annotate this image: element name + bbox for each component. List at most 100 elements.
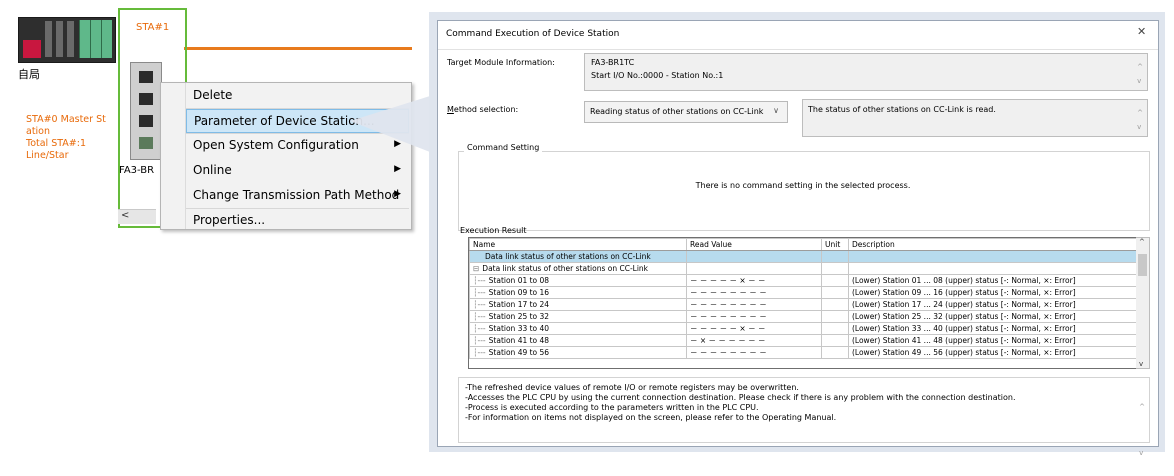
master-station-info: STA#0 Master St ation Total STA#:1 Line/… — [26, 114, 106, 161]
table-cell: － － － － － － － － — [686, 346, 822, 359]
master-station-label: 自局 — [18, 68, 40, 81]
module-slot — [67, 21, 74, 57]
table-cell: ┆--- Station 33 to 40 — [469, 322, 687, 335]
column-header-description[interactable]: Description — [848, 238, 1137, 251]
row-name: Station 09 to 16 — [488, 288, 550, 297]
device-station-module[interactable] — [130, 62, 162, 160]
column-header-unit[interactable]: Unit — [821, 238, 849, 251]
execution-result-grid[interactable]: Name Read Value Unit Description Data li… — [468, 237, 1138, 369]
io-module — [79, 20, 90, 58]
target-module-label: Target Module Information: — [447, 58, 555, 67]
table-cell: ┆--- Station 41 to 48 — [469, 334, 687, 347]
table-cell: (Lower) Station 41 ... 48 (upper) status… — [848, 334, 1137, 347]
callout-pointer — [350, 96, 430, 152]
scroll-thumb[interactable] — [1138, 254, 1147, 276]
note-line: -Accesses the PLC CPU by using the curre… — [465, 393, 1016, 402]
execution-result-label: Execution Result — [460, 226, 527, 235]
row-name: Data link status of other stations on CC… — [485, 252, 651, 261]
table-cell — [848, 250, 1137, 263]
grid-vertical-scrollbar[interactable]: ^ v — [1136, 237, 1150, 369]
note-line: -Process is executed according to the pa… — [465, 403, 759, 412]
table-cell: (Lower) Station 09 ... 16 (upper) status… — [848, 286, 1137, 299]
table-row[interactable]: ┆--- Station 33 to 40 － － － － － × － － (Lowe… — [469, 322, 1137, 335]
close-icon[interactable]: ✕ — [1137, 25, 1146, 38]
menu-item-properties[interactable]: Properties... — [186, 209, 409, 229]
master-station-module[interactable] — [18, 17, 116, 63]
command-execution-dialog: Command Execution of Device Station ✕ Ta… — [437, 20, 1159, 457]
table-row[interactable]: ⊟ Data link status of other stations on C… — [469, 262, 1137, 275]
command-setting-group — [458, 151, 1150, 231]
column-header-name[interactable]: Name — [469, 238, 687, 251]
table-cell: ┆--- Station 25 to 32 — [469, 310, 687, 323]
table-row[interactable]: ┆--- Station 17 to 24 － － － － － － － － (Lowe… — [469, 298, 1137, 311]
notes-panel: -The refreshed device values of remote I… — [458, 377, 1150, 457]
table-row[interactable]: ┆--- Station 49 to 56 － － － － － － － － (Lowe… — [469, 346, 1137, 359]
device-station-label: FA3-BR — [119, 165, 155, 176]
scroll-arrows-icon[interactable]: ^ v — [1137, 60, 1143, 88]
result-table: Name Read Value Unit Description Data li… — [469, 238, 1137, 359]
column-header-read-value[interactable]: Read Value — [686, 238, 822, 251]
table-cell: ┆--- Station 01 to 08 — [469, 274, 687, 287]
table-row[interactable]: ┆--- Station 09 to 16 － － － － － － － － (Lowe… — [469, 286, 1137, 299]
dialog-title: Command Execution of Device Station — [446, 29, 620, 39]
table-cell: － － － － － × － － — [686, 322, 822, 335]
table-cell — [821, 310, 849, 323]
method-selection-dropdown[interactable]: Reading status of other stations on CC-L… — [584, 101, 788, 123]
table-cell: (Lower) Station 33 ... 40 (upper) status… — [848, 322, 1137, 335]
row-name: Station 17 to 24 — [488, 300, 550, 309]
target-module-info-field: FA3-BR1TC Start I/O No.:0000 - Station N… — [584, 53, 1148, 91]
row-name: Station 01 to 08 — [488, 276, 550, 285]
tree-connector-icon: ┆--- — [473, 276, 486, 285]
scroll-up-icon[interactable]: ^ — [1139, 238, 1145, 246]
module-slot — [56, 21, 63, 57]
station-number-label: STA#1 — [136, 22, 170, 33]
menu-item-change-transmission-path-method[interactable]: Change Transmission Path Method ▶ — [186, 184, 409, 208]
tree-connector-icon: ┆--- — [473, 312, 486, 321]
table-row[interactable]: Data link status of other stations on CC… — [469, 250, 1137, 263]
note-line: -The refreshed device values of remote I… — [465, 383, 799, 392]
table-cell: － － － － － × － － — [686, 274, 822, 287]
table-cell: ┆--- Station 49 to 56 — [469, 346, 687, 359]
note-line: -For information on items not displayed … — [465, 413, 837, 422]
table-cell: (Lower) Station 01 ... 08 (upper) status… — [848, 274, 1137, 287]
method-selection-label: Method selection: — [447, 105, 519, 114]
tree-connector-icon: ┆--- — [473, 336, 486, 345]
tree-connector-icon: ┆--- — [473, 324, 486, 333]
table-cell — [821, 250, 849, 263]
scroll-left-icon[interactable]: < — [121, 210, 129, 221]
table-cell: － × － － － － － － — [686, 334, 822, 347]
command-setting-message: There is no command setting in the selec… — [695, 181, 911, 190]
tree-connector-icon: ┆--- — [473, 348, 486, 357]
table-cell — [821, 274, 849, 287]
table-cell: ⊟ Data link status of other stations on C… — [469, 262, 687, 275]
submenu-arrow-icon: ▶ — [394, 189, 401, 199]
row-name: Station 25 to 32 — [488, 312, 550, 321]
io-module — [90, 20, 101, 58]
row-name: Station 33 to 40 — [488, 324, 550, 333]
table-row[interactable]: ┆--- Station 01 to 08 － － － － － × － － (Lowe… — [469, 274, 1137, 287]
row-name: Station 49 to 56 — [488, 348, 550, 357]
table-row[interactable]: ┆--- Station 25 to 32 － － － － － － － － (Lowe… — [469, 310, 1137, 323]
menu-item-online[interactable]: Online ▶ — [186, 159, 409, 183]
port-icon — [139, 93, 153, 105]
table-row[interactable]: ┆--- Station 41 to 48 － × － － － － － － (Lowe… — [469, 334, 1137, 347]
table-cell: － － － － － － － － — [686, 310, 822, 323]
network-cable — [184, 47, 412, 50]
port-icon — [139, 115, 153, 127]
table-cell: ┆--- Station 09 to 16 — [469, 286, 687, 299]
tree-connector-icon: ┆--- — [473, 300, 486, 309]
scroll-arrows-icon[interactable]: ^ v — [1139, 384, 1145, 476]
scroll-arrows-icon[interactable]: ^ v — [1137, 106, 1143, 134]
table-cell — [821, 262, 849, 275]
submenu-arrow-icon: ▶ — [394, 164, 401, 174]
tree-connector-icon: ┆--- — [473, 288, 486, 297]
table-cell — [821, 346, 849, 359]
horizontal-scrollbar[interactable]: < — [118, 209, 156, 224]
table-cell — [848, 262, 1137, 275]
terminal-icon — [139, 137, 153, 149]
scroll-down-icon[interactable]: v — [1139, 360, 1143, 368]
table-cell: (Lower) Station 17 ... 24 (upper) status… — [848, 298, 1137, 311]
chevron-down-icon: ∨ — [773, 106, 779, 115]
table-cell: Data link status of other stations on CC… — [469, 250, 687, 263]
table-cell — [821, 334, 849, 347]
